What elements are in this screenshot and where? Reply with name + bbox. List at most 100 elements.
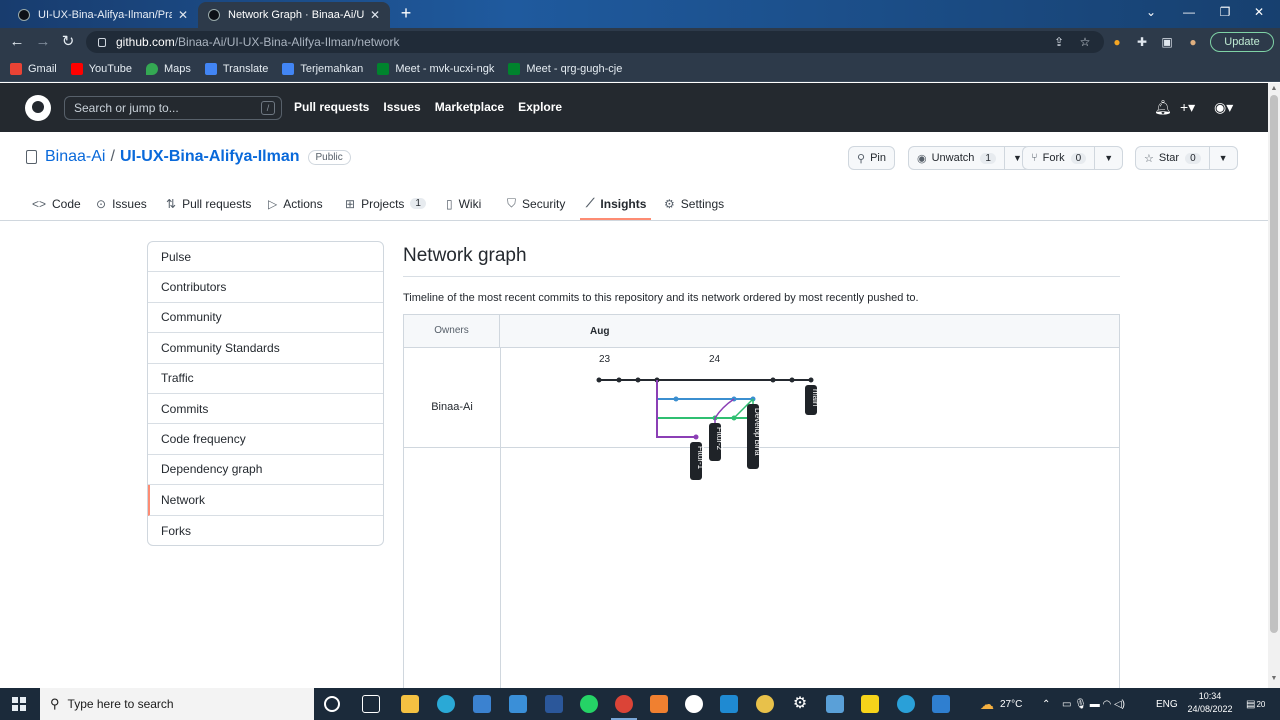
tab-insights[interactable]: ⟋ Insights	[586, 195, 646, 212]
nav-pull-requests[interactable]: Pull requests	[294, 100, 369, 114]
profile-avatar[interactable]: ●	[1185, 34, 1201, 50]
unwatch-button[interactable]: ◉ Unwatch 1	[908, 146, 1005, 170]
browser-tab-active[interactable]: Network Graph · Binaa-Ai/UI-UX ✕	[198, 2, 390, 28]
bookmark-maps[interactable]: Maps	[145, 62, 191, 75]
create-new-plus-icon[interactable]: +▾	[1180, 99, 1195, 116]
bookmark-meet-1[interactable]: Meet - mvk-ucxi-ngk	[377, 62, 494, 75]
notifications-bell-icon[interactable]: 🔔︎	[1154, 99, 1172, 116]
star-count: 0	[1185, 152, 1201, 164]
network-graph-canvas[interactable]: 23 24 main Develop Bina Fitur-2 Fitur-1	[404, 315, 1119, 495]
url-input[interactable]: github.com/Binaa-Ai/UI-UX-Bina-Alifya-Il…	[86, 31, 1104, 53]
nav-issues[interactable]: Issues	[383, 100, 420, 114]
system-clock[interactable]: 10:34 24/08/2022	[1182, 690, 1238, 716]
weather-icon: ☁	[980, 695, 994, 712]
chrome-canary-icon[interactable]	[756, 695, 774, 713]
search-input[interactable]: Search or jump to... /	[64, 96, 282, 120]
bookmark-meet-2[interactable]: Meet - qrg-gugh-cje	[508, 62, 622, 75]
bookmark-translate[interactable]: Translate	[204, 62, 268, 75]
user-avatar-menu[interactable]: ◉▾	[1214, 99, 1233, 116]
whatsapp-icon[interactable]	[580, 695, 598, 713]
tab-settings[interactable]: ⚙ Settings	[664, 195, 724, 212]
task-view-icon[interactable]	[362, 695, 380, 713]
tray-icons[interactable]: ▭ 🎙︎ ▬ ◠ ◁)	[1062, 688, 1125, 720]
new-tab-button[interactable]: +	[396, 4, 416, 24]
repo-owner-link[interactable]: Binaa-Ai	[45, 148, 105, 166]
xampp-icon[interactable]	[650, 695, 668, 713]
tab-actions[interactable]: ▷ Actions	[268, 195, 323, 212]
app-icon[interactable]	[932, 695, 950, 713]
tab-wiki[interactable]: ▯ Wiki	[446, 195, 481, 212]
page-scrollbar[interactable]: ▲ ▼	[1268, 83, 1280, 688]
cortana-icon[interactable]	[324, 696, 340, 712]
app-icon[interactable]	[685, 695, 703, 713]
forward-icon[interactable]: →	[33, 32, 53, 52]
app-icon[interactable]	[826, 695, 844, 713]
bookmark-gmail[interactable]: Gmail	[10, 62, 57, 75]
sidebar-item-community[interactable]: Community	[148, 303, 383, 334]
scroll-down-arrow-icon[interactable]: ▼	[1270, 675, 1278, 682]
pin-button[interactable]: ⚲ Pin	[848, 146, 895, 170]
commit-dot	[596, 377, 602, 383]
vscode-icon[interactable]	[720, 695, 738, 713]
sidebar-item-pulse[interactable]: Pulse	[148, 242, 383, 273]
tab-pull-requests[interactable]: ⇅ Pull requests	[166, 195, 251, 212]
maximize-button[interactable]: ❐	[1208, 0, 1242, 26]
extensions-puzzle-icon[interactable]: ✚	[1134, 34, 1150, 50]
star-button[interactable]: ☆ Star 0	[1135, 146, 1210, 170]
word-icon[interactable]	[545, 695, 563, 713]
scrollbar-thumb[interactable]	[1270, 95, 1278, 633]
update-button[interactable]: Update	[1210, 32, 1274, 52]
bookmark-terjemahkan[interactable]: Terjemahkan	[282, 62, 363, 75]
sidebar-item-dependency-graph[interactable]: Dependency graph	[148, 455, 383, 486]
fork-dropdown-chevron-icon[interactable]: ▼	[1095, 146, 1124, 170]
graph-icon: ⟋	[586, 196, 595, 210]
sidebar-item-contributors[interactable]: Contributors	[148, 272, 383, 303]
file-explorer-icon[interactable]	[401, 695, 419, 713]
nav-explore[interactable]: Explore	[518, 100, 562, 114]
close-window-button[interactable]: ✕	[1242, 0, 1276, 26]
tab-search-icon[interactable]: ⌄	[1134, 0, 1168, 26]
browser-tab[interactable]: UI-UX-Bina-Alifya-Ilman/Praktiku ✕	[8, 2, 198, 28]
sticky-notes-icon[interactable]	[861, 695, 879, 713]
sidebar-item-network[interactable]: Network	[148, 485, 383, 516]
store-icon[interactable]	[473, 695, 491, 713]
sidebar-item-traffic[interactable]: Traffic	[148, 364, 383, 394]
tab-code[interactable]: <> Code	[32, 195, 81, 212]
sidebar-item-forks[interactable]: Forks	[148, 516, 383, 545]
weather-widget[interactable]: ☁ 27°C	[980, 688, 1022, 720]
tab-issues[interactable]: ⊙ Issues	[96, 195, 147, 212]
tab-security[interactable]: ⛉ Security	[507, 195, 565, 212]
minimize-button[interactable]: —	[1172, 0, 1206, 26]
chrome-icon[interactable]	[611, 695, 637, 720]
repo-name-link[interactable]: UI-UX-Bina-Alifya-Ilman	[120, 148, 300, 166]
tab-projects[interactable]: ⊞ Projects 1	[345, 195, 426, 212]
share-icon[interactable]: ⇪	[1051, 34, 1067, 50]
github-logo-icon[interactable]	[25, 95, 51, 121]
star-dropdown-chevron-icon[interactable]: ▼	[1209, 146, 1238, 170]
edge-icon[interactable]	[437, 695, 455, 713]
telegram-icon[interactable]	[897, 695, 915, 713]
eye-icon: ◉	[917, 152, 927, 165]
side-panel-icon[interactable]: ▣	[1159, 34, 1175, 50]
maps-icon	[145, 62, 158, 75]
taskbar-search-input[interactable]: ⚲ Type here to search	[40, 688, 314, 720]
sidebar-item-commits[interactable]: Commits	[148, 394, 383, 425]
nav-marketplace[interactable]: Marketplace	[435, 100, 504, 114]
close-tab-icon[interactable]: ✕	[370, 8, 380, 22]
bookmark-star-icon[interactable]: ☆	[1077, 34, 1093, 50]
windows-start-icon[interactable]	[12, 697, 26, 711]
scroll-up-arrow-icon[interactable]: ▲	[1270, 85, 1278, 92]
reload-icon[interactable]: ↻	[58, 32, 78, 52]
mail-icon[interactable]	[509, 695, 527, 713]
extension-icon[interactable]: ●	[1109, 34, 1125, 50]
language-indicator[interactable]: ENG	[1156, 688, 1178, 720]
fork-button[interactable]: ⑂ Fork 0	[1022, 146, 1096, 170]
notification-center-icon[interactable]: ▤ 20	[1246, 688, 1265, 720]
bookmark-youtube[interactable]: YouTube	[70, 62, 132, 75]
back-icon[interactable]: ←	[7, 32, 27, 52]
close-tab-icon[interactable]: ✕	[178, 8, 188, 22]
settings-gear-icon[interactable]: ⚙	[791, 695, 809, 713]
tray-chevron-icon[interactable]: ⌃	[1042, 688, 1050, 720]
sidebar-item-community-standards[interactable]: Community Standards	[148, 333, 383, 364]
sidebar-item-code-frequency[interactable]: Code frequency	[148, 424, 383, 455]
